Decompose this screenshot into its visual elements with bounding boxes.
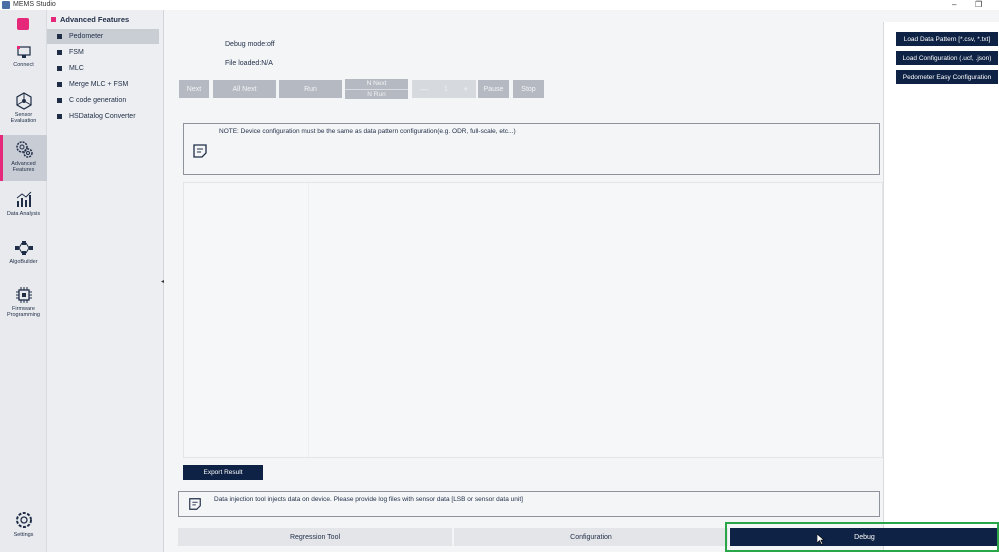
- info-note-icon: [189, 498, 201, 510]
- next-button[interactable]: Next: [179, 80, 209, 98]
- pause-button[interactable]: Pause: [478, 80, 509, 98]
- decrement-icon[interactable]: —: [420, 84, 429, 94]
- right-panel: Load Data Pattern [*.csv, *.txt] Load Co…: [883, 22, 999, 550]
- stop-button[interactable]: Stop: [513, 80, 544, 98]
- submenu-item-pedometer[interactable]: Pedometer: [47, 29, 159, 44]
- submenu-item-fsm[interactable]: FSM: [47, 45, 159, 60]
- chip-icon: [15, 287, 32, 303]
- submenu-header: Advanced Features: [51, 15, 129, 24]
- pedometer-easy-configuration-button[interactable]: Pedometer Easy Configuration: [896, 70, 998, 84]
- note-box: NOTE: Device configuration must be the s…: [183, 123, 880, 175]
- restore-icon[interactable]: ❐: [975, 0, 982, 10]
- rail-label-algobuilder: AlgoBuilder: [9, 259, 38, 265]
- debug-tab-highlight: [725, 522, 999, 552]
- rail-item-firmware-programming[interactable]: Firmware Programming: [0, 282, 47, 328]
- rail-item-connect[interactable]: Connect: [0, 40, 47, 86]
- mouse-cursor-icon: [817, 534, 825, 545]
- file-loaded-status: File loaded:N/A: [225, 60, 273, 67]
- rail-item-data-analysis[interactable]: Data Analysis: [0, 187, 47, 233]
- title-bar: MEMS Studio – ❐: [0, 0, 999, 10]
- rail-label-connect: Connect: [13, 62, 34, 68]
- rail-label-sensor-evaluation: Sensor Evaluation: [10, 112, 37, 124]
- info-box: Data injection tool injects data on devi…: [178, 491, 880, 517]
- load-data-pattern-button[interactable]: Load Data Pattern [*.csv, *.txt]: [896, 32, 998, 46]
- submenu-item-merge-mlc-fsm[interactable]: Merge MLC + FSM: [47, 77, 159, 92]
- debug-mode-status: Debug mode:off: [225, 41, 275, 48]
- main-panel: Debug mode:off File loaded:N/A Next All …: [165, 10, 999, 552]
- flow-icon: [14, 241, 33, 255]
- advanced-features-menu: Advanced Features Pedometer FSM MLC Merg…: [47, 10, 164, 552]
- run-button[interactable]: Run: [279, 80, 342, 98]
- rail-label-advanced-features: Advanced Features: [11, 161, 36, 173]
- gears-icon: [15, 141, 33, 158]
- submenu-item-mlc[interactable]: MLC: [47, 61, 159, 76]
- load-configuration-button[interactable]: Load Configuration (.ucf, .json): [896, 51, 998, 65]
- note-text: NOTE: Device configuration must be the s…: [219, 128, 516, 135]
- submenu-item-c-code-generation[interactable]: C code generation: [47, 93, 159, 108]
- rail-item-advanced-features[interactable]: Advanced Features: [0, 135, 47, 181]
- accent-square: [51, 17, 56, 22]
- sensor-evaluation-icon: [15, 92, 32, 110]
- increment-icon[interactable]: +: [463, 84, 468, 94]
- rail-item-settings[interactable]: Settings: [0, 510, 47, 538]
- logo-icon: [17, 18, 29, 30]
- rail-label-settings: Settings: [13, 532, 34, 538]
- info-text: Data injection tool injects data on devi…: [214, 496, 523, 503]
- stepper-value[interactable]: 1: [444, 86, 448, 93]
- n-stepper[interactable]: — 1 +: [412, 80, 476, 98]
- gear-icon: [15, 512, 32, 528]
- n-next-label[interactable]: N Next: [345, 79, 408, 89]
- note-icon: [193, 144, 207, 158]
- export-result-button[interactable]: Export Result: [183, 465, 263, 480]
- minimize-icon[interactable]: –: [952, 0, 956, 10]
- all-next-button[interactable]: All Next: [213, 80, 276, 98]
- rail-label-firmware-programming: Firmware Programming: [6, 306, 40, 318]
- tab-configuration[interactable]: Configuration: [454, 528, 728, 546]
- app-icon: [2, 1, 10, 9]
- n-next-n-run-button[interactable]: N Next N Run: [345, 79, 408, 99]
- rail-item-sensor-evaluation[interactable]: Sensor Evaluation: [0, 88, 47, 134]
- submenu-item-hsdatalog-converter[interactable]: HSDatalog Converter: [47, 109, 159, 124]
- connect-icon: [16, 46, 31, 58]
- nav-rail: Connect Sensor Evaluation Advanced Featu…: [0, 10, 47, 552]
- submenu-title: Advanced Features: [60, 15, 130, 24]
- rail-item-algobuilder[interactable]: AlgoBuilder: [0, 235, 47, 281]
- n-run-label[interactable]: N Run: [345, 89, 408, 99]
- grid-line: [308, 183, 309, 457]
- window-title: MEMS Studio: [13, 1, 56, 8]
- data-view-area: [183, 182, 883, 458]
- chart-icon: [16, 191, 31, 207]
- collapse-arrow-icon[interactable]: ◂: [161, 278, 164, 285]
- rail-label-data-analysis: Data Analysis: [6, 211, 41, 217]
- tab-regression-tool[interactable]: Regression Tool: [178, 528, 452, 546]
